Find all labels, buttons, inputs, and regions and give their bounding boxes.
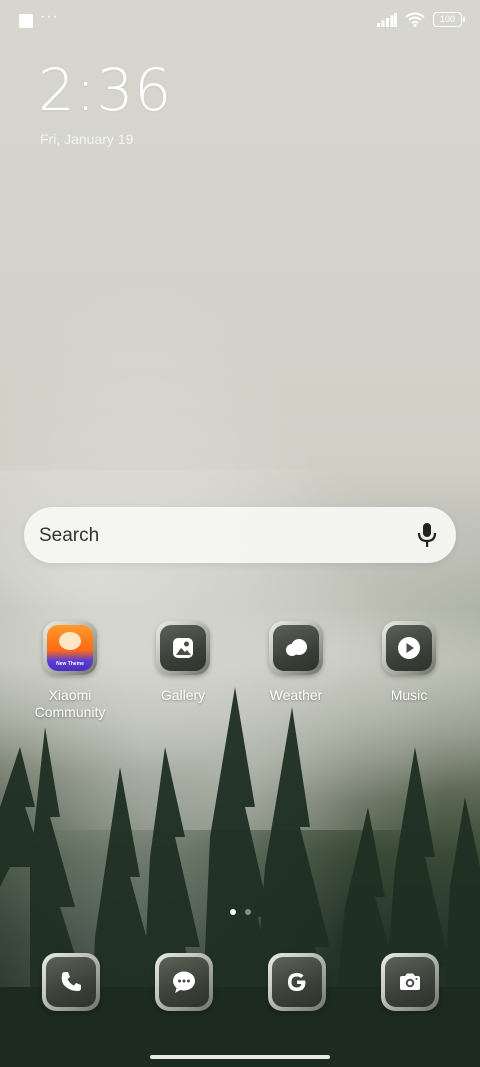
- messages-icon: [155, 953, 213, 1011]
- gallery-icon: [156, 621, 210, 675]
- page-indicator: [0, 909, 480, 915]
- clock-time[interactable]: 2:36: [38, 56, 172, 124]
- search-placeholder: Search: [39, 525, 100, 546]
- xiaomi-community-badge-text: New Theme: [56, 661, 84, 667]
- app-label: Music: [390, 687, 428, 703]
- dock-camera[interactable]: [381, 953, 439, 1011]
- app-gallery[interactable]: Gallery: [128, 621, 238, 704]
- page-dot-active: [229, 909, 236, 915]
- signal-icon: [377, 12, 397, 27]
- google-icon: [268, 953, 326, 1011]
- weather-icon: [269, 621, 323, 675]
- app-label: Weather: [269, 687, 323, 703]
- search-bar[interactable]: Search: [24, 507, 456, 563]
- app-label: Xiaomi Community: [34, 687, 106, 720]
- status-icons: 100: [377, 12, 465, 27]
- more-notifications-icon: ···: [40, 8, 59, 25]
- clock-date[interactable]: Fri, January 19: [40, 131, 133, 147]
- camera-icon: [381, 953, 439, 1011]
- app-music[interactable]: Music: [354, 621, 464, 704]
- page-dot: [244, 909, 251, 915]
- dock-messages[interactable]: [155, 953, 213, 1011]
- app-weather[interactable]: Weather: [241, 621, 351, 704]
- notification-icon: [19, 14, 33, 28]
- battery-indicator: 100: [433, 12, 465, 27]
- status-bar: ··· 100: [0, 0, 480, 42]
- home-indicator[interactable]: [150, 1055, 330, 1059]
- dock-phone[interactable]: [42, 953, 100, 1011]
- xiaomi-community-icon: New Theme: [43, 621, 97, 675]
- phone-icon: [42, 953, 100, 1011]
- wifi-icon: [405, 12, 425, 27]
- app-xiaomi-community[interactable]: New Theme Xiaomi Community: [15, 621, 125, 721]
- app-label: Gallery: [160, 687, 206, 703]
- microphone-icon[interactable]: [416, 522, 438, 548]
- music-icon: [382, 621, 436, 675]
- dock-google[interactable]: [268, 953, 326, 1011]
